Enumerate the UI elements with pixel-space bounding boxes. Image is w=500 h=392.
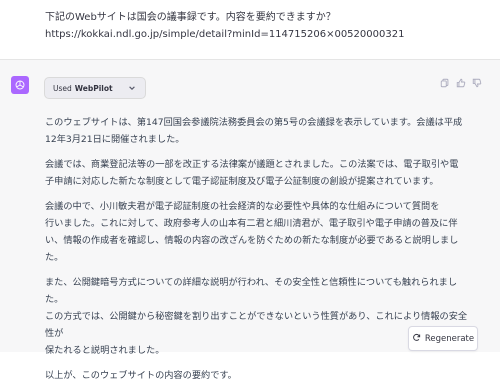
answer-line: 行いました。これに対して、政府参考人の山本有二君と細川清君が、電子取引や電子申請… [45, 218, 458, 229]
assistant-message: Used WebPilot このウェブサイトは、第147回国会参議院法務委員会の… [0, 59, 500, 381]
thumbs-down-icon[interactable] [472, 78, 482, 88]
plugin-used-button[interactable]: Used WebPilot [44, 77, 146, 99]
regenerate-label: Regenerate [424, 333, 475, 344]
user-message-line: 下記のWebサイトは国会の議事録です。内容を要約できますか？ [45, 12, 336, 23]
plugin-name: WebPilot [74, 83, 113, 93]
answer-line: い、情報の作成者を確認し、情報の内容の改ざんを防ぐための新たな制度が必要であると… [45, 235, 459, 263]
answer-line: 以上が、このウェブサイトの内容の要約です。 [45, 370, 237, 381]
copy-icon[interactable] [440, 78, 450, 88]
answer-line: 会議の中で、小川敏夫君が電子認証制度の社会経済的な必要性や具体的な仕組みについて… [45, 201, 440, 212]
message-actions [440, 78, 482, 88]
regenerate-button[interactable]: Regenerate [408, 326, 478, 351]
user-message-text: 下記のWebサイトは国会の議事録です。内容を要約できますか？ https://k… [45, 9, 475, 43]
answer-line: このウェブサイトは、第147回国会参議院法務委員会の第5号の会議録を表示していま… [45, 117, 463, 128]
user-message: 下記のWebサイトは国会の議事録です。内容を要約できますか？ https://k… [0, 0, 500, 59]
user-message-url: https://kokkai.ndl.go.jp/simple/detail?m… [45, 29, 405, 40]
plugin-used-prefix: Used [53, 83, 72, 93]
answer-line: また、公開鍵暗号方式についての詳細な説明が行われ、その安全性と信頼性についても触… [45, 277, 458, 305]
refresh-icon [412, 333, 421, 345]
answer-line: 子申請に対応した新たな制度として電子認証制度及び電子公証制度の創設が提案されてい… [45, 176, 439, 187]
answer-line: 会議では、商業登記法等の一部を改正する法律案が議題とされました。この法案では、電… [45, 159, 459, 170]
openai-logo-icon [11, 76, 29, 94]
thumbs-up-icon[interactable] [456, 78, 466, 88]
answer-line: 12年3月21日に開催されました。 [45, 134, 185, 145]
chevron-down-icon [128, 84, 136, 94]
